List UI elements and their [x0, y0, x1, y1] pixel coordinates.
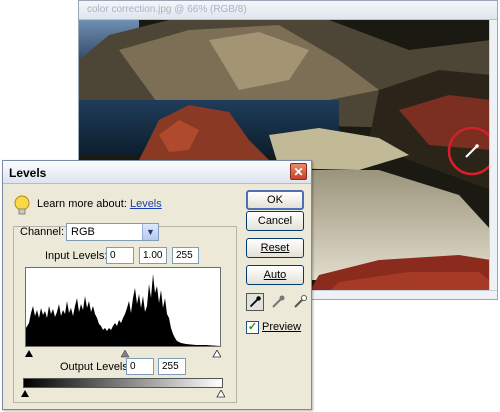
output-level-white[interactable]: 255: [158, 358, 186, 375]
output-slider-handles: [21, 389, 226, 398]
close-button[interactable]: ✕: [290, 163, 307, 180]
white-point-handle: [212, 349, 222, 358]
input-slider-handles: [25, 349, 222, 358]
preview-label: Preview: [262, 321, 301, 333]
white-eyedropper-icon[interactable]: [291, 293, 309, 311]
learn-more-link[interactable]: Levels: [130, 198, 162, 210]
ok-button[interactable]: OK: [246, 190, 304, 210]
output-level-black[interactable]: 0: [126, 358, 154, 375]
reset-label: Reset: [260, 242, 290, 254]
black-eyedropper-icon[interactable]: [246, 293, 264, 311]
close-icon: ✕: [293, 165, 304, 179]
levels-dialog: Levels ✕ Learn more about: Levels Channe…: [2, 160, 312, 410]
learn-more-text: Learn more about: Levels: [37, 198, 162, 210]
auto-label: Auto: [263, 269, 287, 281]
input-level-white[interactable]: 255: [172, 247, 199, 264]
output-white-handle: [216, 389, 226, 398]
preview-label-text: Preview: [262, 321, 302, 333]
output-black-handle: [21, 390, 29, 397]
lightbulb-icon: [14, 195, 30, 215]
output-gradient-bar: [23, 378, 223, 388]
channel-select[interactable]: RGB ▼: [66, 223, 159, 241]
channel-label: Channel:: [20, 226, 65, 238]
auto-button[interactable]: Auto: [246, 265, 304, 285]
input-level-black[interactable]: 0: [106, 247, 134, 264]
output-levels-label: Output Levels:: [60, 361, 131, 373]
vertical-scrollbar[interactable]: [489, 20, 497, 292]
gamma-handle: [120, 349, 130, 358]
reset-button[interactable]: Reset: [246, 238, 304, 258]
dialog-titlebar[interactable]: Levels ✕: [3, 161, 311, 184]
black-point-handle: [25, 350, 33, 357]
learn-more-prefix: Learn more about:: [37, 198, 127, 210]
input-level-gamma[interactable]: 1.00: [139, 247, 167, 264]
input-levels-label: Input Levels:: [45, 250, 108, 262]
output-levels-slider[interactable]: [21, 389, 226, 398]
histogram-graph: [26, 274, 220, 346]
image-window-title: color correction.jpg @ 66% (RGB/8): [87, 4, 247, 15]
image-window-titlebar[interactable]: color correction.jpg @ 66% (RGB/8): [79, 1, 497, 20]
channel-select-value: RGB: [71, 226, 95, 238]
input-levels-slider[interactable]: [25, 349, 222, 358]
preview-checkbox[interactable]: ✓: [246, 321, 259, 334]
cancel-button[interactable]: Cancel: [246, 211, 304, 231]
histogram: [25, 267, 221, 347]
chevron-down-icon[interactable]: ▼: [142, 224, 158, 240]
dialog-title: Levels: [9, 166, 47, 180]
gray-eyedropper-icon[interactable]: [269, 293, 287, 311]
